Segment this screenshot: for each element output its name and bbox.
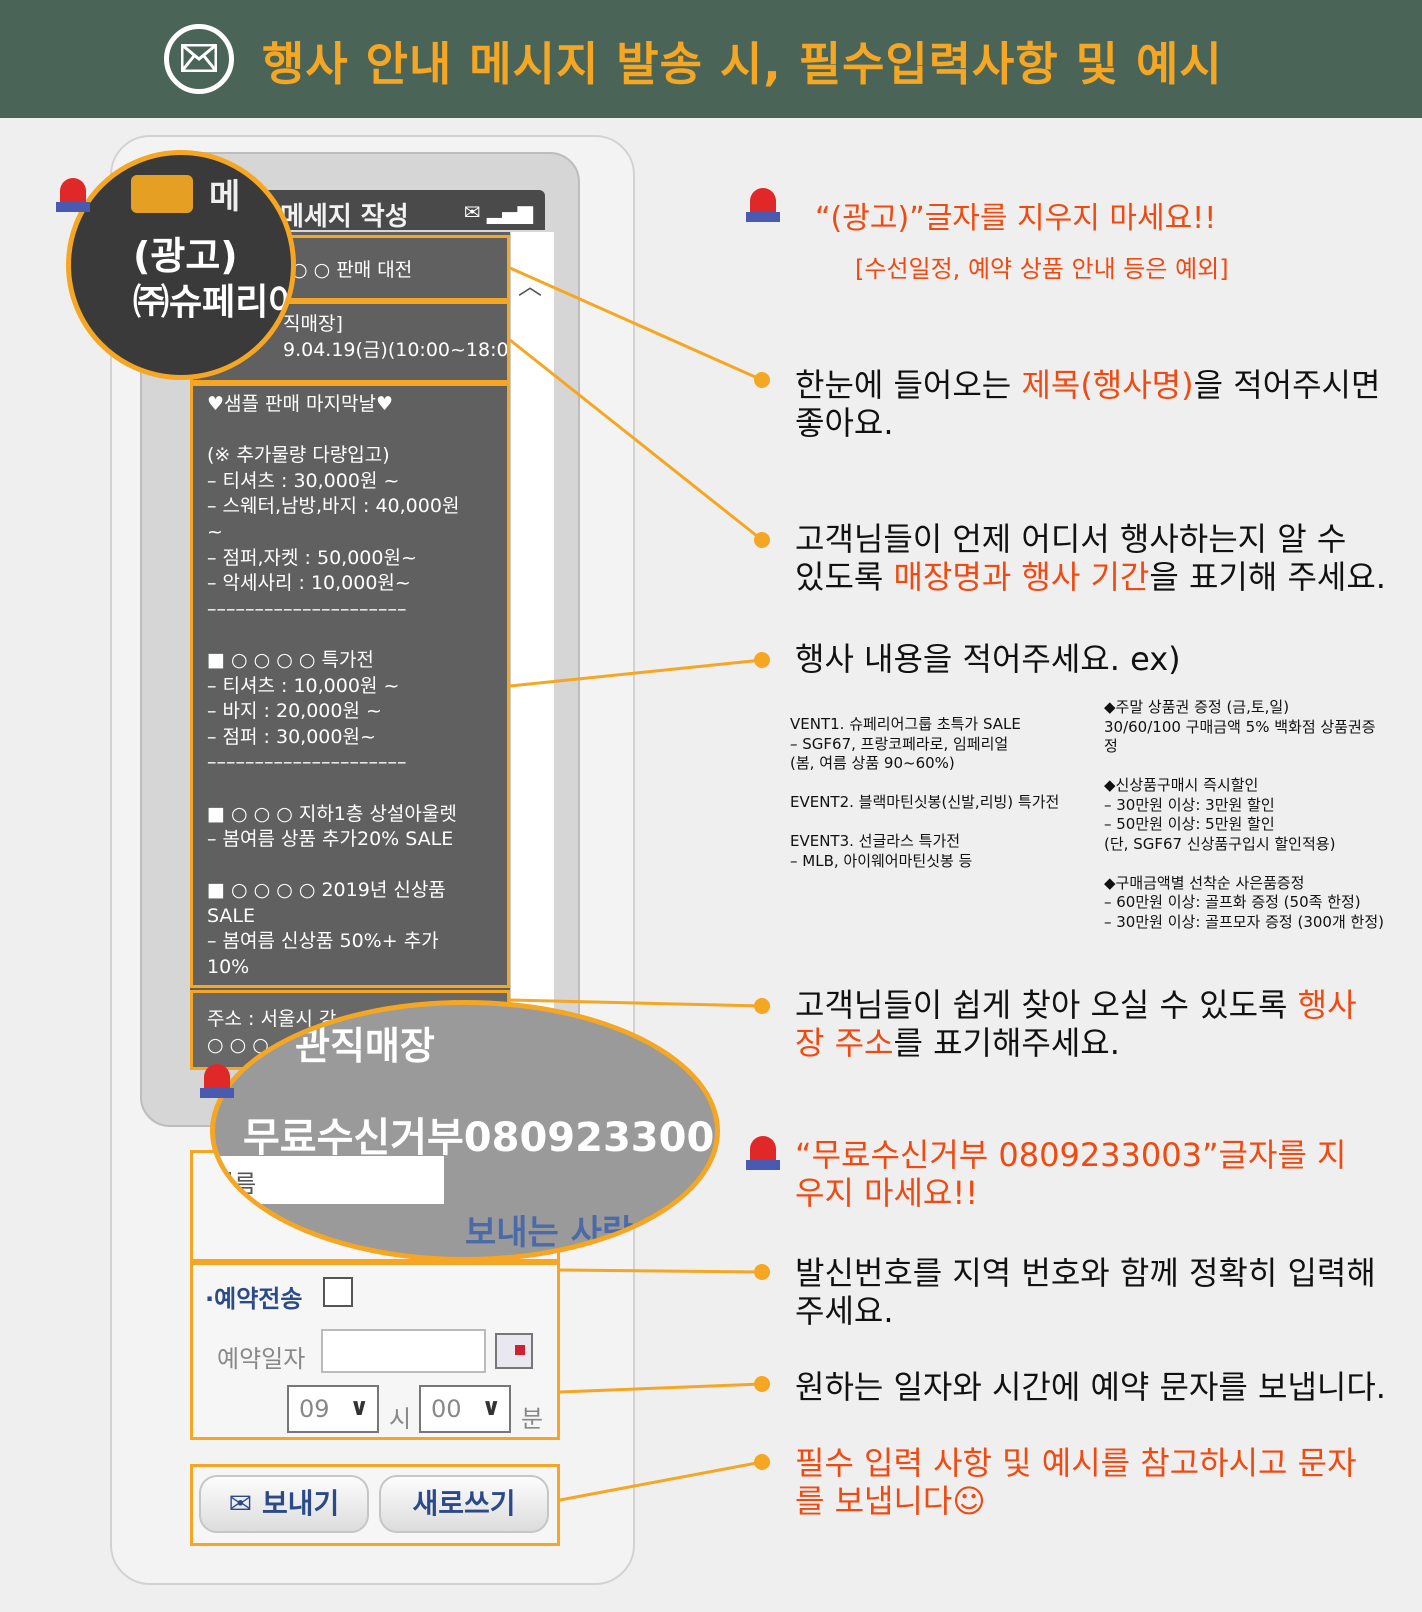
annotation-ad-exception: [수선일정, 예약 상품 안내 등은 예외]: [855, 255, 1229, 283]
annotation-sender-number: 발신번호를 지역 번호와 함께 정확히 입력해 주세요.: [795, 1254, 1376, 1330]
example-right: ◆주말 상품권 증정 (금,토,일) 30/60/100 구매금액 5% 백화점…: [1104, 698, 1384, 931]
annotation-optout-warning: “무료수신거부 0809233003”글자를 지 우지 마세요!!: [795, 1136, 1347, 1212]
annotation-send: 필수 입력 사항 및 예시를 참고하시고 문자 를 보냅니다☺: [795, 1444, 1357, 1520]
annotation-address: 고객님들이 쉽게 찾아 오실 수 있도록 행사 장 주소를 표기해주세요.: [795, 986, 1357, 1062]
connector-dot: [754, 652, 770, 668]
connector-dot: [754, 1376, 770, 1392]
connector-dot: [754, 1264, 770, 1280]
annotation-title: 한눈에 들어오는 제목(행사명)을 적어주시면 좋아요.: [795, 366, 1381, 442]
annotation-content: 행사 내용을 적어주세요. ex): [795, 640, 1181, 678]
annotation-reservation: 원하는 일자와 시간에 예약 문자를 보냅니다.: [795, 1368, 1386, 1406]
annotation-store-period: 고객님들이 언제 어디서 행사하는지 알 수 있도록 매장명과 행사 기간을 표…: [795, 520, 1386, 596]
connector-dot: [754, 998, 770, 1014]
connector-dot: [754, 1454, 770, 1470]
annotation-ad-warning: “(광고)”글자를 지우지 마세요!!: [815, 201, 1217, 236]
example-left: VENT1. 슈페리어그룹 초특가 SALE – SGF67, 프랑코페라로, …: [790, 715, 1060, 870]
connector-dot: [754, 372, 770, 388]
connector-dot: [754, 532, 770, 548]
